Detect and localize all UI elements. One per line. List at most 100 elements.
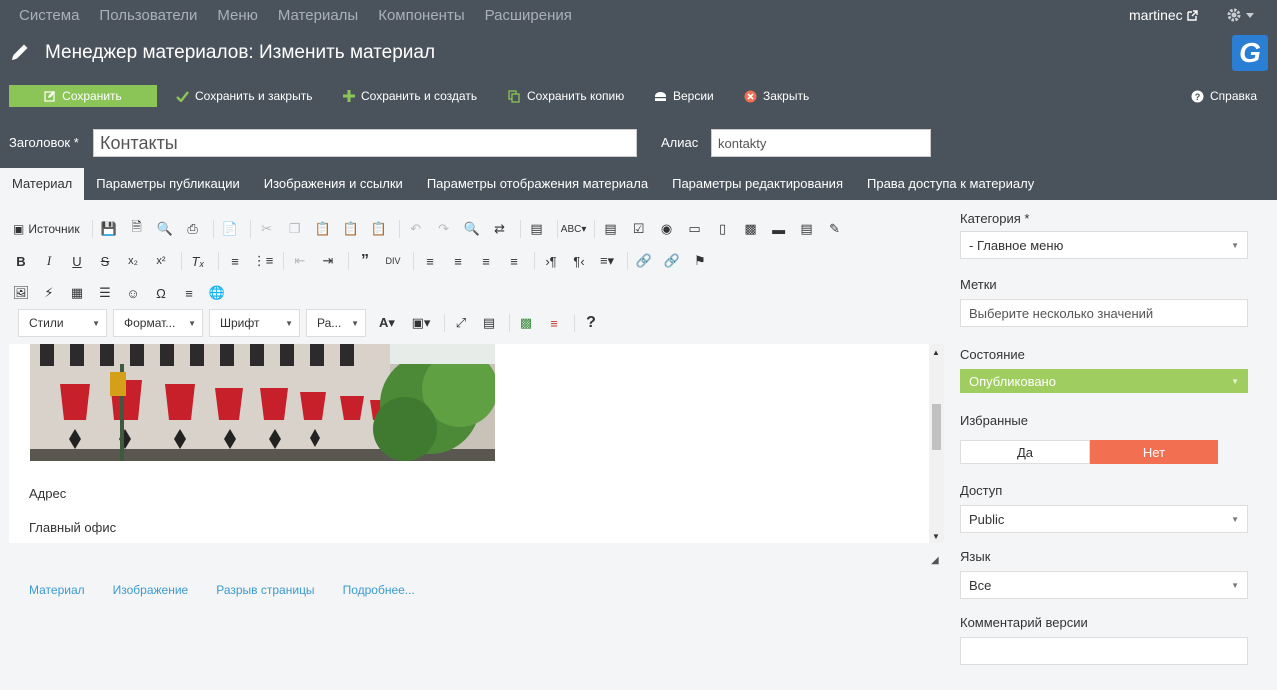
category-select[interactable]: - Главное меню ▼ <box>960 231 1248 259</box>
menu-extensions[interactable]: Расширения <box>485 7 572 24</box>
save-doc-icon[interactable]: 💾 <box>97 218 121 240</box>
styles-dropdown[interactable]: Стили ▼ <box>18 309 107 337</box>
bullet-list-icon[interactable]: ⋮≡ <box>251 250 275 272</box>
bold-icon[interactable]: B <box>9 250 33 272</box>
paste-icon[interactable]: 📋 <box>311 218 335 240</box>
page-break-link[interactable]: Разрыв страницы <box>216 583 314 597</box>
bg-color-icon[interactable]: ▣▾ <box>406 312 436 334</box>
tab-edit-options[interactable]: Параметры редактирования <box>660 168 855 200</box>
page-break-icon[interactable]: ≡ <box>177 282 201 304</box>
menu-menus[interactable]: Меню <box>217 7 258 24</box>
paste-word-icon[interactable]: 📋 <box>367 218 391 240</box>
hidden-field-icon[interactable]: ✎ <box>823 218 847 240</box>
scroll-down-icon[interactable]: ▼ <box>932 532 940 541</box>
print-icon[interactable]: ⎙ <box>181 218 205 240</box>
readmore-icon[interactable]: ▩ <box>514 312 538 334</box>
unlink-icon[interactable]: 🔗 <box>660 250 684 272</box>
superscript-icon[interactable]: x² <box>149 250 173 272</box>
preview-icon[interactable]: 🔍 <box>153 218 177 240</box>
align-center-icon[interactable]: ≡ <box>446 250 470 272</box>
numbered-list-icon[interactable]: ≡ <box>223 250 247 272</box>
align-justify-icon[interactable]: ≡ <box>502 250 526 272</box>
language-select[interactable]: Все ▼ <box>960 571 1248 599</box>
outdent-icon[interactable]: ⇤ <box>288 250 312 272</box>
remove-format-icon[interactable]: Tₓ <box>186 250 210 272</box>
insert-image-link[interactable]: Изображение <box>113 583 189 597</box>
format-dropdown[interactable]: Формат... ▼ <box>113 309 203 337</box>
strike-icon[interactable]: S <box>93 250 117 272</box>
tab-content[interactable]: Материал <box>0 168 85 200</box>
new-page-icon[interactable]: 🗎 <box>125 218 149 240</box>
version-note-input[interactable] <box>960 637 1248 665</box>
ltr-icon[interactable]: ›¶ <box>539 250 563 272</box>
italic-icon[interactable]: I <box>37 250 61 272</box>
show-blocks-icon[interactable]: ▤ <box>477 312 501 334</box>
select-all-icon[interactable]: ▤ <box>525 218 549 240</box>
insert-article-link[interactable]: Материал <box>29 583 85 597</box>
horizontal-rule-icon[interactable]: ☰ <box>93 282 117 304</box>
spellcheck-icon[interactable]: ABC▾ <box>561 218 587 240</box>
tags-input[interactable]: Выберите несколько значений <box>960 299 1248 327</box>
find-icon[interactable]: 🔍 <box>460 218 484 240</box>
image-icon[interactable]: 🖼 <box>9 282 33 304</box>
select-field-icon[interactable]: ▩ <box>739 218 763 240</box>
templates-icon[interactable]: 📄 <box>218 218 242 240</box>
menu-content[interactable]: Материалы <box>278 7 358 24</box>
save-button[interactable]: Сохранить <box>9 85 157 107</box>
replace-icon[interactable]: ⇄ <box>488 218 512 240</box>
copy-icon[interactable]: ❐ <box>283 218 307 240</box>
versions-button[interactable]: Версии <box>654 85 714 107</box>
blockquote-icon[interactable]: ” <box>353 250 377 272</box>
iframe-globe-icon[interactable]: 🌐 <box>205 282 229 304</box>
menu-components[interactable]: Компоненты <box>378 7 464 24</box>
access-select[interactable]: Public ▼ <box>960 505 1248 533</box>
size-dropdown[interactable]: Ра... ▼ <box>306 309 366 337</box>
title-input[interactable] <box>93 129 637 157</box>
cut-icon[interactable]: ✂ <box>255 218 279 240</box>
alias-input[interactable] <box>711 129 931 157</box>
save-close-button[interactable]: Сохранить и закрыть <box>176 85 312 107</box>
save-copy-button[interactable]: Сохранить копию <box>508 85 624 107</box>
div-icon[interactable]: DIV <box>381 250 405 272</box>
help-question-icon[interactable]: ? <box>579 312 603 334</box>
form-icon[interactable]: ▤ <box>599 218 623 240</box>
textarea-icon[interactable]: ▯ <box>711 218 735 240</box>
source-button[interactable]: ▣ Источник <box>9 218 84 240</box>
image-button-icon[interactable]: ▤ <box>795 218 819 240</box>
featured-no-button[interactable]: Нет <box>1090 440 1218 464</box>
help-button[interactable]: ? Справка <box>1191 85 1257 107</box>
tab-publishing[interactable]: Параметры публикации <box>84 168 251 200</box>
text-color-icon[interactable]: A▾ <box>372 312 402 334</box>
indent-icon[interactable]: ⇥ <box>316 250 340 272</box>
rtl-icon[interactable]: ¶‹ <box>567 250 591 272</box>
scroll-up-icon[interactable]: ▲ <box>932 348 940 357</box>
resize-handle-icon[interactable]: ◢ <box>931 555 939 566</box>
status-select[interactable]: Опубликовано ▼ <box>960 369 1248 393</box>
editor-scrollbar[interactable]: ▲ ▼ <box>929 344 944 543</box>
special-char-icon[interactable]: Ω <box>149 282 173 304</box>
read-more-link[interactable]: Подробнее... <box>343 583 415 597</box>
save-new-button[interactable]: Сохранить и создать <box>343 85 477 107</box>
menu-system[interactable]: Система <box>19 7 79 24</box>
user-link[interactable]: martinec <box>1129 7 1198 23</box>
featured-yes-button[interactable]: Да <box>960 440 1090 464</box>
button-field-icon[interactable]: ▬ <box>767 218 791 240</box>
redo-icon[interactable]: ↷ <box>432 218 456 240</box>
align-left-icon[interactable]: ≡ <box>418 250 442 272</box>
checkbox-icon[interactable]: ☑ <box>627 218 651 240</box>
subscript-icon[interactable]: x₂ <box>121 250 145 272</box>
table-icon[interactable]: ▦ <box>65 282 89 304</box>
paste-text-icon[interactable]: 📋 <box>339 218 363 240</box>
tab-display-options[interactable]: Параметры отображения материала <box>415 168 660 200</box>
underline-icon[interactable]: U <box>65 250 89 272</box>
scrollbar-thumb[interactable] <box>932 404 941 450</box>
language-direction-icon[interactable]: ≡▾ <box>595 250 619 272</box>
tab-permissions[interactable]: Права доступа к материалу <box>855 168 1046 200</box>
smiley-icon[interactable]: ☺ <box>121 282 145 304</box>
align-right-icon[interactable]: ≡ <box>474 250 498 272</box>
flash-icon[interactable]: ⚡ <box>37 282 61 304</box>
radio-icon[interactable]: ◉ <box>655 218 679 240</box>
link-icon[interactable]: 🔗 <box>632 250 656 272</box>
menu-users[interactable]: Пользователи <box>99 7 197 24</box>
anchor-flag-icon[interactable]: ⚑ <box>688 250 712 272</box>
